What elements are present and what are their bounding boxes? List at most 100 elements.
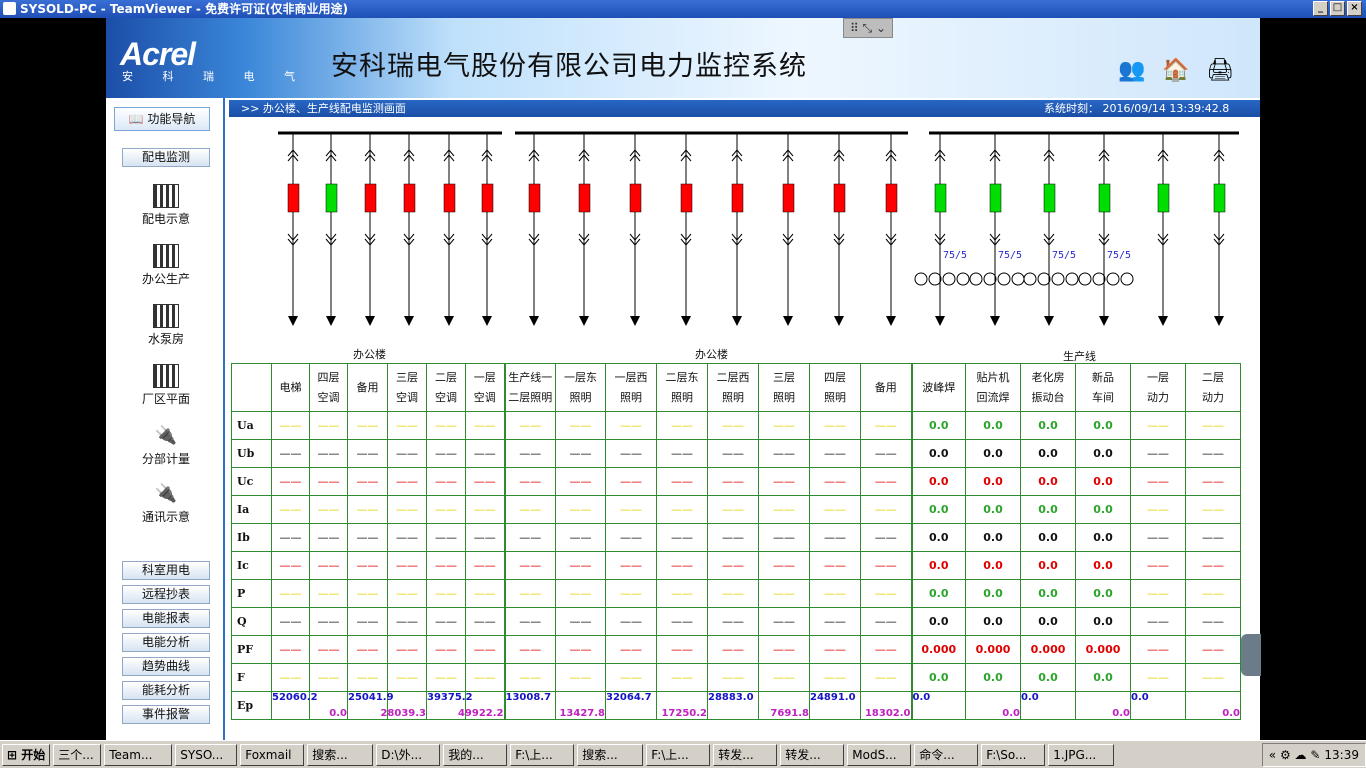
- taskbar-item[interactable]: 搜索...: [577, 743, 644, 766]
- blank-value: ——: [758, 663, 810, 692]
- nav-title[interactable]: 📖 功能导航: [114, 107, 210, 131]
- teamviewer-overlay-toolbar[interactable]: ⠿ ⤡ ⌄: [843, 18, 893, 38]
- blank-value: ——: [387, 607, 427, 636]
- disconnector-bottom: [287, 233, 299, 246]
- taskbar-item[interactable]: ModS...: [847, 743, 912, 766]
- teamviewer-side-tab[interactable]: [1241, 634, 1261, 676]
- blank-value: ——: [758, 551, 810, 580]
- blank-value: ——: [503, 467, 556, 496]
- btn-energy-report[interactable]: 电能报表: [122, 609, 210, 628]
- users-icon[interactable]: 👥: [1118, 58, 1146, 84]
- printer-icon[interactable]: 🖨: [1206, 58, 1234, 84]
- energy-cell: 49922.2: [458, 691, 505, 720]
- blank-value: ——: [465, 495, 505, 524]
- blank-value: ——: [707, 523, 759, 552]
- btn-remote-reading[interactable]: 远程抄表: [122, 585, 210, 604]
- taskbar-item[interactable]: 转发...: [780, 743, 845, 766]
- start-button[interactable]: ⊞ 开始: [2, 743, 51, 766]
- sidebar-item-comm-diagram[interactable]: 🔌 通讯示意: [126, 482, 206, 525]
- blank-value: ——: [347, 663, 388, 692]
- disconnector-top: [287, 149, 299, 162]
- blank-value: ——: [309, 411, 348, 440]
- row-label: Ua: [231, 411, 272, 440]
- blank-value: ——: [656, 411, 708, 440]
- btn-trend-curve[interactable]: 趋势曲线: [122, 657, 210, 676]
- blank-value: ——: [656, 523, 708, 552]
- section-button-distribution[interactable]: 配电监测: [122, 148, 210, 167]
- sidebar-item-sub-metering[interactable]: 🔌 分部计量: [126, 424, 206, 467]
- meter-value: 0.000: [910, 635, 966, 664]
- close-button[interactable]: ×: [1347, 1, 1362, 16]
- breaker: [731, 183, 744, 213]
- taskbar-item[interactable]: 1.JPG...: [1048, 743, 1115, 766]
- taskbar-item[interactable]: Team...: [104, 743, 173, 766]
- meter-value: 0.0: [1075, 467, 1131, 496]
- table-row: Ep 52060.2 0.0 25041.9 28039.3 39375.2 49922.2…: [231, 691, 1241, 720]
- taskbar-item[interactable]: Foxmail: [240, 743, 305, 766]
- taskbar-item[interactable]: D:\外...: [376, 743, 441, 766]
- meter-value: 0.0: [1020, 551, 1076, 580]
- column-header: 一层 动力: [1130, 363, 1186, 412]
- energy-cell: 32064.7: [605, 691, 657, 720]
- ep-value-bottom: 0.0: [1222, 708, 1240, 719]
- taskbar-item[interactable]: SYSO...: [175, 743, 238, 766]
- sidebar-item-plant-plan[interactable]: 厂区平面: [126, 364, 206, 407]
- blank-value: ——: [555, 411, 606, 440]
- btn-consumption-analysis[interactable]: 能耗分析: [122, 681, 210, 700]
- load-arrow: [579, 316, 589, 326]
- sidebar-item-pump-room[interactable]: 水泵房: [126, 304, 206, 347]
- disconnector-top: [325, 149, 337, 162]
- energy-cell: 24891.0: [809, 691, 861, 720]
- blank-value: ——: [758, 579, 810, 608]
- blank-value: ——: [656, 635, 708, 664]
- breaker: [629, 183, 642, 213]
- column-header: 二层东 照明: [656, 363, 708, 412]
- taskbar-item[interactable]: 命令...: [914, 743, 979, 766]
- sidebar-item-distribution-diagram[interactable]: 配电示意: [126, 184, 206, 227]
- taskbar-item[interactable]: 我的...: [443, 743, 508, 766]
- table-header-row: 电梯 四层 空调 备用 三层 空调 二层 空调 一层 空调 生产线一 二层照明 一层东 照明 一层西 照明 二层…: [231, 363, 1241, 412]
- meter-value: 0.0: [1020, 467, 1076, 496]
- home-icon[interactable]: 🏠: [1162, 58, 1190, 84]
- taskbar-item[interactable]: 搜索...: [307, 743, 374, 766]
- sidebar: 📖 功能导航 配电监测 配电示意 办公生产 水泵房 厂区平面 🔌 分部计量 🔌 通讯…: [106, 98, 225, 740]
- sidebar-item-office-production[interactable]: 办公生产: [126, 244, 206, 287]
- row-label: Ep: [231, 691, 272, 720]
- disconnector-top: [528, 149, 540, 162]
- disconnector-top: [1157, 149, 1169, 162]
- disconnector-top: [629, 149, 641, 162]
- disconnector-bottom: [885, 233, 897, 246]
- meter-value: 0.0: [910, 495, 966, 524]
- load-arrow: [326, 316, 336, 326]
- blank-value: ——: [707, 635, 759, 664]
- column-header: 新品 车间: [1075, 363, 1131, 412]
- blank-value: ——: [860, 551, 912, 580]
- blank-value: ——: [758, 439, 810, 468]
- maximize-button[interactable]: □: [1330, 1, 1345, 16]
- taskbar-item[interactable]: F:\上...: [510, 743, 575, 766]
- breaker: [443, 183, 456, 213]
- blank-value: ——: [809, 607, 861, 636]
- minimize-button[interactable]: _: [1313, 1, 1328, 16]
- taskbar-item[interactable]: F:\上...: [646, 743, 711, 766]
- blank-value: ——: [707, 411, 759, 440]
- taskbar-item[interactable]: F:\So...: [981, 743, 1046, 766]
- blank-value: ——: [809, 439, 861, 468]
- blank-value: ——: [809, 411, 861, 440]
- meter-value: 0.0: [1020, 607, 1076, 636]
- btn-dept-power[interactable]: 科室用电: [122, 561, 210, 580]
- row-label: Ic: [231, 551, 272, 580]
- load-arrow: [834, 316, 844, 326]
- btn-event-alarm[interactable]: 事件报警: [122, 705, 210, 724]
- energy-cell: 0.0: [965, 691, 1021, 720]
- taskbar-item[interactable]: 转发...: [713, 743, 778, 766]
- taskbar-item[interactable]: 三个...: [53, 743, 102, 766]
- btn-energy-analysis[interactable]: 电能分析: [122, 633, 210, 652]
- blank-value: ——: [309, 467, 348, 496]
- blank-value: ——: [387, 495, 427, 524]
- blank-value: ——: [309, 551, 348, 580]
- blank-value: ——: [271, 663, 310, 692]
- breaker: [481, 183, 494, 213]
- ep-value-top: 32064.7: [606, 692, 652, 703]
- tray-icons[interactable]: « ⚙ ☁ ✎: [1269, 748, 1321, 762]
